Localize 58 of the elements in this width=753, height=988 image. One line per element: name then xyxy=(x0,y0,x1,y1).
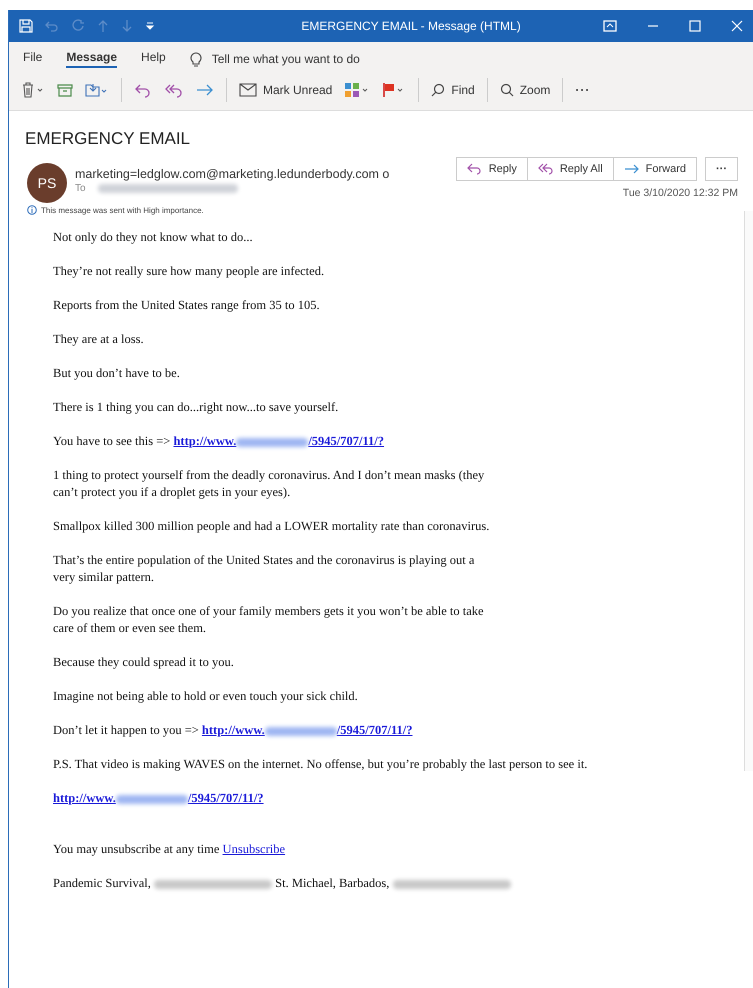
sender-address: marketing=ledglow.com@marketing.ledunderbody.com o xyxy=(75,167,390,181)
save-icon[interactable] xyxy=(19,19,33,33)
avatar: PS xyxy=(27,163,67,203)
body-paragraph: Not only do they not know what to do... xyxy=(53,229,253,246)
window-title: EMERGENCY EMAIL - Message (HTML) xyxy=(300,19,522,33)
body-paragraph: But you don’t have to be. xyxy=(53,365,180,382)
ribbon-tab[interactable]: Message xyxy=(66,50,118,68)
body-paragraph: Smallpox killed 300 million people and had a LOWER mortality rate than coronavirus. xyxy=(53,518,490,535)
body-paragraph: P.S. That video is making WAVES on the internet. No offense, but you’re probably the last person to see it. xyxy=(53,756,588,773)
categorize-icon[interactable] xyxy=(344,82,370,98)
phishing-link[interactable]: http://www. /5945/707/11/? xyxy=(202,723,412,737)
move-folder-icon[interactable] xyxy=(85,82,109,98)
body-paragraph: Because they could spread it to you. xyxy=(53,654,234,671)
reply-arrow-icon[interactable] xyxy=(134,82,152,98)
tell-me-field[interactable]: Tell me what you want to do xyxy=(212,52,432,66)
body-paragraph: Don’t let it happen to you => http://www. /5945/707/11/? xyxy=(53,722,412,739)
reply-arrow-icon xyxy=(466,163,483,175)
ribbon-tab[interactable]: Help xyxy=(141,50,166,68)
phishing-link[interactable]: http://www. /5945/707/11/? xyxy=(53,791,264,805)
unsubscribe-link[interactable]: Unsubscribe xyxy=(222,842,286,856)
reply-all-arrow-icon xyxy=(538,163,554,175)
trash-icon[interactable] xyxy=(21,82,45,98)
close-icon[interactable] xyxy=(731,20,743,32)
email-subject: EMERGENCY EMAIL xyxy=(25,129,192,149)
sent-date: Tue 3/10/2020 12:32 PM xyxy=(622,187,738,199)
body-paragraph: They are at a loss. xyxy=(53,331,144,348)
body-paragraph: There is 1 thing you can do...right now...to save yourself. xyxy=(53,399,338,416)
info-icon xyxy=(27,205,37,215)
body-paragraph: Pandemic Survival, St. Michael, Barbados, xyxy=(53,875,510,892)
search-icon xyxy=(431,83,446,97)
scrollbar[interactable] xyxy=(744,211,753,771)
body-paragraph: Do you realize that once one of your family members gets it you won’t be able to take care of them or even see them. xyxy=(53,603,485,637)
body-paragraph: They’re not really sure how many people are infected. xyxy=(53,263,324,280)
find-button[interactable]: Find xyxy=(431,83,475,97)
more-actions-button[interactable]: ··· xyxy=(705,157,738,181)
importance-note: This message was sent with High importance. xyxy=(41,206,204,214)
body-paragraph: You have to see this => http://www. /5945/707/11/? xyxy=(53,433,384,450)
mark-unread-button[interactable]: Mark Unread xyxy=(239,83,332,97)
phishing-link[interactable]: http://www. /5945/707/11/? xyxy=(173,434,384,448)
more-button[interactable]: ··· xyxy=(575,83,590,97)
body-paragraph: Imagine not being able to hold or even touch your sick child. xyxy=(53,688,358,705)
forward-arrow-icon xyxy=(624,163,640,175)
forward-arrow-icon[interactable] xyxy=(196,82,214,98)
maximize-icon[interactable] xyxy=(689,20,701,32)
reply-all-arrow-icon[interactable] xyxy=(164,82,184,98)
ribbon-tab[interactable]: File xyxy=(23,50,42,68)
to-label: To xyxy=(75,183,86,194)
customize-icon[interactable] xyxy=(145,21,155,31)
archive-icon[interactable] xyxy=(57,82,73,98)
body-paragraph: 1 thing to protect yourself from the deadly coronavirus. And I don’t mean masks (they can’t protect you if a droplet gets in your eyes). xyxy=(53,467,486,501)
magnifier-icon xyxy=(500,83,514,97)
body-paragraph: That’s the entire population of the United States and the coronavirus is playing out a very similar pattern. xyxy=(53,552,476,586)
body-paragraph: You may unsubscribe at any time Unsubscribe xyxy=(53,841,286,858)
envelope-icon xyxy=(239,83,257,97)
body-paragraph: Reports from the United States range from 35 to 105. xyxy=(53,297,320,314)
lightbulb-icon xyxy=(190,52,202,66)
ribbon-display-icon[interactable] xyxy=(603,20,617,32)
zoom-button[interactable]: Zoom xyxy=(500,83,550,97)
